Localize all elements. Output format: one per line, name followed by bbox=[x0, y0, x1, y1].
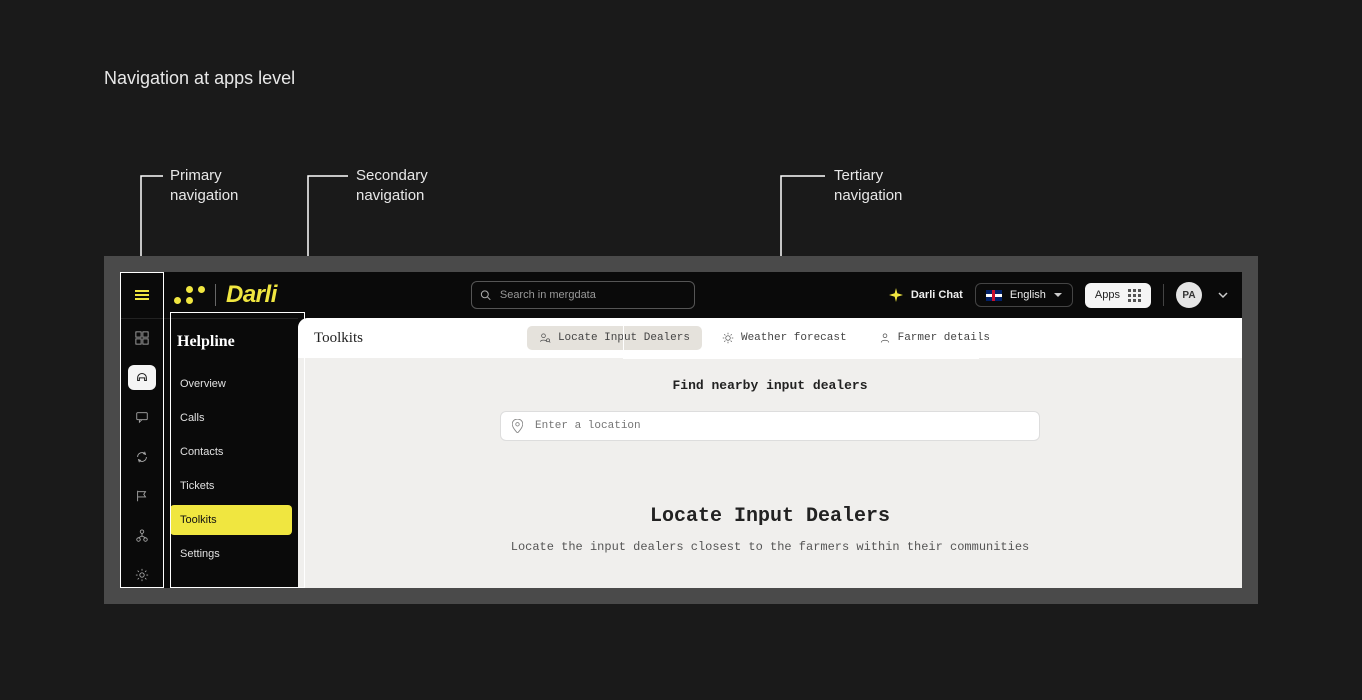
logo[interactable]: Darli bbox=[164, 281, 277, 309]
hamburger-icon[interactable] bbox=[135, 290, 149, 300]
darli-chat-label: Darli Chat bbox=[911, 289, 963, 301]
app-window: Darli Darli Chat English bbox=[120, 272, 1242, 588]
primary-nav-rail bbox=[120, 318, 164, 588]
tab-label: Weather forecast bbox=[741, 332, 847, 344]
sparkle-icon bbox=[889, 288, 903, 302]
sidebar-item-calls[interactable]: Calls bbox=[170, 403, 292, 433]
darli-chat-button[interactable]: Darli Chat bbox=[889, 288, 963, 302]
sidebar-item-overview[interactable]: Overview bbox=[170, 369, 292, 399]
annotation-tertiary: Tertiarynavigation bbox=[834, 166, 902, 207]
logo-mark-icon bbox=[174, 286, 205, 304]
app-frame: Darli Darli Chat English bbox=[104, 256, 1258, 604]
annotation-secondary: Secondarynavigation bbox=[356, 166, 428, 207]
divider bbox=[1163, 284, 1164, 306]
search-input[interactable] bbox=[471, 281, 695, 309]
content-description: Locate the input dealers closest to the … bbox=[511, 540, 1029, 554]
tab-locate-dealers[interactable]: Locate Input Dealers bbox=[527, 326, 702, 350]
nav-sync[interactable] bbox=[128, 444, 156, 470]
location-input[interactable] bbox=[500, 411, 1040, 441]
logo-divider bbox=[215, 284, 216, 306]
headset-icon bbox=[135, 370, 149, 384]
settings-gear-icon bbox=[135, 568, 149, 582]
page-title: Navigation at apps level bbox=[104, 68, 295, 89]
find-dealers-heading: Find nearby input dealers bbox=[672, 378, 867, 393]
sidebar-title: Helpline bbox=[170, 333, 292, 351]
secondary-nav-sidebar: Helpline Overview Calls Contacts Tickets… bbox=[164, 318, 298, 588]
apps-label: Apps bbox=[1095, 289, 1120, 301]
chevron-down-icon bbox=[1054, 293, 1062, 297]
main-content: Toolkits Locate Input Dealers Weather fo… bbox=[298, 318, 1242, 588]
language-selector[interactable]: English bbox=[975, 283, 1073, 307]
nav-flag[interactable] bbox=[128, 483, 156, 509]
nav-org[interactable] bbox=[128, 523, 156, 549]
sync-icon bbox=[135, 450, 149, 464]
avatar[interactable]: PA bbox=[1176, 282, 1202, 308]
nav-dashboard[interactable] bbox=[128, 325, 156, 351]
tab-weather[interactable]: Weather forecast bbox=[710, 326, 859, 350]
tab-label: Locate Input Dealers bbox=[558, 332, 690, 344]
annotation-primary: Primarynavigation bbox=[170, 166, 238, 207]
language-label: English bbox=[1010, 289, 1046, 301]
nav-helpline[interactable] bbox=[128, 365, 156, 391]
location-pin-icon bbox=[512, 419, 523, 433]
sun-icon bbox=[722, 332, 734, 344]
sidebar-item-toolkits[interactable]: Toolkits bbox=[170, 505, 292, 535]
flag-uk-icon bbox=[986, 290, 1002, 301]
person-icon bbox=[879, 332, 891, 344]
tab-label: Farmer details bbox=[898, 332, 990, 344]
chevron-down-icon[interactable] bbox=[1218, 290, 1228, 300]
content-heading: Locate Input Dealers bbox=[650, 505, 890, 528]
flag-icon bbox=[135, 489, 149, 503]
main-header: Toolkits Locate Input Dealers Weather fo… bbox=[298, 318, 1242, 358]
tertiary-nav: Locate Input Dealers Weather forecast Fa… bbox=[523, 322, 1006, 354]
search-icon bbox=[480, 290, 491, 301]
tab-farmer-details[interactable]: Farmer details bbox=[867, 326, 1002, 350]
dashboard-icon bbox=[135, 331, 149, 345]
org-icon bbox=[135, 529, 149, 543]
apps-grid-icon bbox=[1128, 289, 1141, 302]
topbar: Darli Darli Chat English bbox=[120, 272, 1242, 318]
nav-settings[interactable] bbox=[128, 562, 156, 588]
apps-button[interactable]: Apps bbox=[1085, 283, 1151, 308]
sidebar-item-settings[interactable]: Settings bbox=[170, 539, 292, 569]
sidebar-item-tickets[interactable]: Tickets bbox=[170, 471, 292, 501]
logo-text: Darli bbox=[226, 281, 277, 309]
chat-icon bbox=[135, 410, 149, 424]
person-search-icon bbox=[539, 332, 551, 344]
nav-chat[interactable] bbox=[128, 404, 156, 430]
main-title: Toolkits bbox=[314, 330, 363, 347]
global-search bbox=[471, 281, 695, 309]
sidebar-item-contacts[interactable]: Contacts bbox=[170, 437, 292, 467]
